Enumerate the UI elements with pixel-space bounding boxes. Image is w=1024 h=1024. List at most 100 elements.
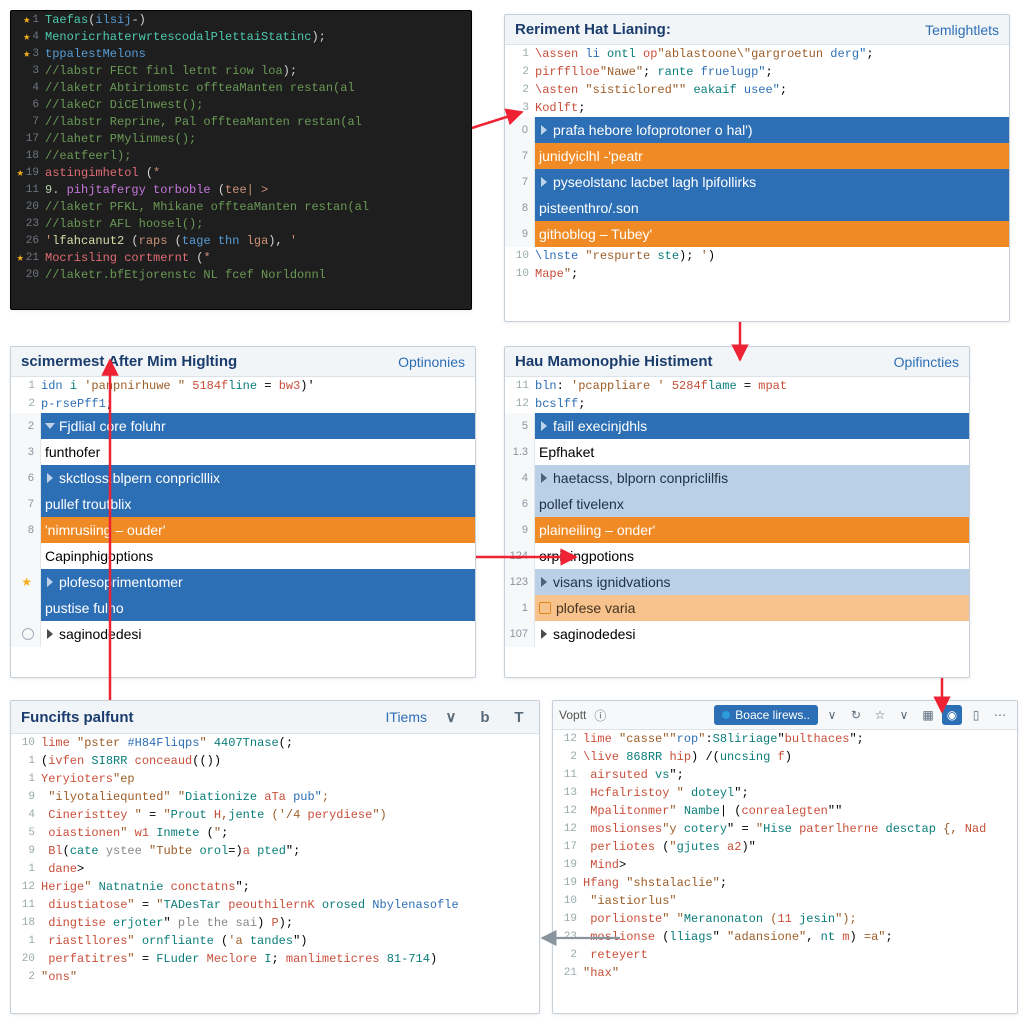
tree-label: pyseolstanc lacbet lagh lpifollirks xyxy=(553,174,756,190)
code-line: 2\live 868RR hip) /(uncsing f) xyxy=(553,748,1017,766)
tab-button[interactable]: Boace lirews.. xyxy=(714,705,818,725)
tree-row[interactable]: 1 plofese varia xyxy=(505,595,969,621)
panel-body: 12lime "casse""rop":S8liriage"bulthaces"… xyxy=(553,730,1017,982)
panel-link[interactable]: ITiems xyxy=(386,709,427,725)
chevron-icon[interactable] xyxy=(541,473,547,483)
chevron-icon[interactable] xyxy=(45,423,55,429)
line-number: 5 xyxy=(505,413,535,439)
line-number: 1 xyxy=(11,935,41,947)
code-text: Hfang "shstalaclie"; xyxy=(583,876,727,890)
star-icon[interactable]: ☆ xyxy=(870,705,890,725)
bold-button[interactable]: b xyxy=(475,707,495,727)
text-button[interactable]: T xyxy=(509,707,529,727)
tree-row[interactable]: 124orpiningpotions xyxy=(505,543,969,569)
line-number: 1.3 xyxy=(505,439,535,465)
code-line: 3//labstr FECt finl letnt riow loa); xyxy=(11,62,471,79)
panel-link[interactable]: Optinonies xyxy=(398,354,465,370)
tree-row[interactable]: 7junidyiclhl -'peatr xyxy=(505,143,1009,169)
tree-row[interactable]: 123visans ignidvations xyxy=(505,569,969,595)
tree-row[interactable]: 7 pyseolstanc lacbet lagh lpifollirks xyxy=(505,169,1009,195)
toolbar: Voptt ⓘ Boace lirews.. ∨ ↻ ☆ ∨ ▦ ◉ ▯ ⋯ xyxy=(553,701,1017,730)
code-line: 17 perliotes ("gjutes a2)" xyxy=(553,838,1017,856)
code-line: 6//lakeCr DiCElnwest(); xyxy=(11,96,471,113)
breakpoint-icon xyxy=(22,628,34,640)
code-line: 11bln: 'pcappliare ' 5284flame = mpat xyxy=(505,377,969,395)
line-number: 107 xyxy=(505,621,535,647)
tree-label: plofese varia xyxy=(556,600,635,616)
code-line: 5 oiastionen" w1 Inmete ("; xyxy=(11,824,539,842)
code-line: 20 perfatitres" = FLuder Meclore I; manl… xyxy=(11,950,539,968)
more-icon[interactable]: ⋯ xyxy=(990,705,1011,725)
line-number: 2 xyxy=(553,949,583,961)
code-line: 18 dingtise erjoter" ple the sai) P); xyxy=(11,914,539,932)
line-number: 4 xyxy=(505,465,535,491)
line-number: 18 xyxy=(11,150,45,162)
chevron-icon[interactable] xyxy=(47,473,53,483)
camera-icon[interactable]: ◉ xyxy=(942,705,962,725)
tree-row[interactable]: 9plaineiling – onder' xyxy=(505,517,969,543)
line-number: 1 xyxy=(505,595,535,621)
dropdown-icon[interactable]: ∨ xyxy=(894,705,914,725)
bookmark-star-icon: ★ xyxy=(23,29,30,44)
code-line: 12 Mpalitonmer" Nambe| (conrealegten"" xyxy=(553,802,1017,820)
panel-link[interactable]: Opifincties xyxy=(894,354,959,370)
tree-row[interactable]: 7pullef troutblix xyxy=(11,491,475,517)
tree-row[interactable]: 4haetacss, blporn conpriclilfis xyxy=(505,465,969,491)
tree-row[interactable]: saginodedesi xyxy=(11,621,475,647)
panel-link[interactable]: Temlightlets xyxy=(925,22,999,38)
chevron-icon[interactable] xyxy=(47,629,53,639)
tree-content: pustise fulno xyxy=(41,595,475,621)
tree-row[interactable]: 6pollef tivelenx xyxy=(505,491,969,517)
tree-row[interactable]: 2Fjdlial core foluhr xyxy=(11,413,475,439)
code-text: //eatfeerl); xyxy=(45,149,131,163)
line-number: 3 xyxy=(11,65,45,77)
code-text: "hax" xyxy=(583,966,619,980)
tree-row[interactable]: 1.3Epfhaket xyxy=(505,439,969,465)
chevron-icon[interactable] xyxy=(47,577,53,587)
panel-scimermest: scimermest After Mim Higlting Optinonies… xyxy=(10,346,476,678)
info-icon[interactable]: ⓘ xyxy=(590,705,610,725)
line-number: 11 xyxy=(11,184,45,196)
refresh-icon[interactable]: ↻ xyxy=(846,705,866,725)
tree-row[interactable]: 0prafa hebore lofoprotoner o hal') xyxy=(505,117,1009,143)
tree-row[interactable]: 3funthofer xyxy=(11,439,475,465)
tree-row[interactable]: Capinphigoptions xyxy=(11,543,475,569)
line-number: 7 xyxy=(505,169,535,195)
tree-row[interactable]: pustise fulno xyxy=(11,595,475,621)
panel-body: 11bln: 'pcappliare ' 5284flame = mpat12b… xyxy=(505,377,969,647)
tree-row[interactable]: 107saginodedesi xyxy=(505,621,969,647)
code-text: reteyert xyxy=(583,948,648,962)
tree-label: Epfhaket xyxy=(539,444,594,460)
line-number: 9 xyxy=(11,791,41,803)
tree-row[interactable]: 9githoblog – Tubey' xyxy=(505,221,1009,247)
bookmark-star-icon: ★ xyxy=(21,575,32,589)
line-number: ★ xyxy=(11,569,41,595)
code-text: perfatitres" = FLuder Meclore I; manlime… xyxy=(41,952,437,966)
chevron-icon[interactable] xyxy=(541,421,547,431)
tree-row[interactable]: 6skctloss.blpern conpriclllix xyxy=(11,465,475,491)
bookmark-star-icon: ★ xyxy=(17,250,24,265)
grid-icon[interactable]: ▦ xyxy=(918,705,938,725)
tree-content: haetacss, blporn conpriclilfis xyxy=(535,465,969,491)
bookmark-star-icon: ★ xyxy=(23,12,30,27)
panel-icon[interactable]: ▯ xyxy=(966,705,986,725)
chevron-icon[interactable] xyxy=(541,577,547,587)
dropdown-icon[interactable]: ∨ xyxy=(822,705,842,725)
line-number: 18 xyxy=(11,917,41,929)
line-number: 19 xyxy=(553,877,583,889)
tree-row[interactable]: 5faill execinjdhls xyxy=(505,413,969,439)
code-line: 19 Mind> xyxy=(553,856,1017,874)
tree-row[interactable]: 8pisteenthro/.son xyxy=(505,195,1009,221)
tree-row[interactable]: 8'nimrusiing – ouder' xyxy=(11,517,475,543)
tree-label: Fjdlial core foluhr xyxy=(59,418,166,434)
tree-row[interactable]: ★plofesoprimentomer xyxy=(11,569,475,595)
code-text: "ilyotaliequnted" "Diationize aTa pub"; xyxy=(41,790,329,804)
code-text: 9. pihjtafergy torboble (tee| > xyxy=(45,183,268,197)
chevron-icon[interactable] xyxy=(541,629,547,639)
code-line: 1Yeryioters"ep xyxy=(11,770,539,788)
line-number: 1 xyxy=(505,48,535,60)
chevron-icon[interactable] xyxy=(541,125,547,135)
dropdown-icon[interactable]: ∨ xyxy=(441,707,461,727)
chevron-icon[interactable] xyxy=(541,177,547,187)
code-line: 10 "iastiorlus" xyxy=(553,892,1017,910)
